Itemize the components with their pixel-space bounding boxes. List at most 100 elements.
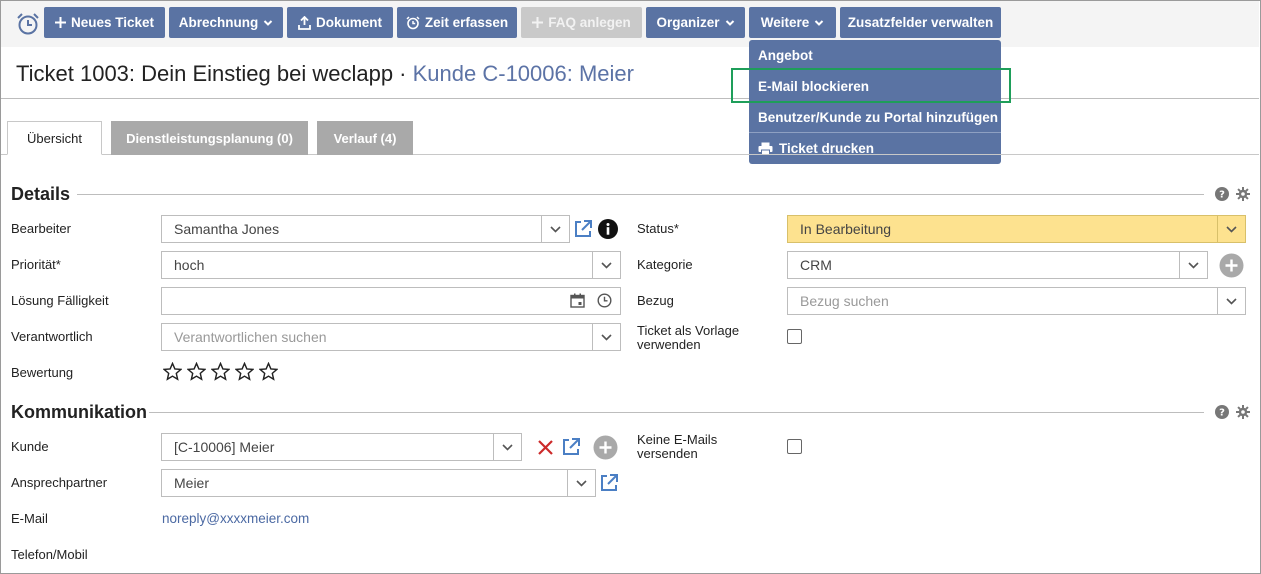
dropdown-toggle[interactable] — [493, 434, 521, 460]
tab-service-planning[interactable]: Dienstleistungsplanung (0) — [111, 121, 308, 155]
section-divider — [77, 194, 1204, 195]
bezug-select[interactable]: Bezug suchen — [787, 287, 1246, 315]
kategorie-select[interactable]: CRM — [787, 251, 1208, 279]
tab-label: Übersicht — [27, 130, 82, 146]
alarm-clock-icon[interactable] — [15, 11, 41, 37]
billing-button[interactable]: Abrechnung — [169, 7, 283, 38]
verantwortlich-label: Verantwortlich — [11, 329, 93, 344]
keine-emails-label-line2: versenden — [637, 446, 698, 461]
keine-emails-checkbox[interactable] — [787, 439, 802, 454]
time-entry-label: Zeit erfassen — [424, 15, 509, 30]
star-icon[interactable] — [163, 362, 182, 381]
kunde-select[interactable]: [C-10006] Meier — [161, 433, 522, 461]
chevron-down-icon — [576, 479, 587, 487]
chevron-down-icon — [1226, 297, 1237, 305]
dropdown-toggle[interactable] — [1217, 216, 1245, 242]
new-ticket-label: Neues Ticket — [70, 15, 155, 30]
tab-history[interactable]: Verlauf (4) — [317, 121, 413, 155]
help-icon[interactable]: ? — [1215, 187, 1229, 201]
menu-item-print-ticket[interactable]: Ticket drucken — [749, 133, 1001, 163]
bearbeiter-select[interactable]: Samantha Jones — [161, 215, 570, 243]
verantwortlich-select[interactable]: Verantwortlichen suchen — [161, 323, 621, 351]
menu-item-add-to-portal[interactable]: Benutzer/Kunde zu Portal hinzufügen — [749, 102, 1001, 132]
ansprechpartner-label: Ansprechpartner — [11, 475, 108, 490]
menu-item-label: Benutzer/Kunde zu Portal hinzufügen — [758, 109, 998, 125]
rating-stars — [163, 362, 278, 381]
kunde-value: [C-10006] Meier — [174, 439, 275, 455]
calendar-icon[interactable] — [570, 293, 585, 308]
prioritaet-label: Priorität* — [11, 257, 61, 272]
email-link[interactable]: noreply@xxxxmeier.com — [162, 511, 309, 526]
chevron-down-icon — [601, 333, 612, 341]
faelligkeit-date-field[interactable] — [161, 287, 621, 315]
bewertung-label: Bewertung — [11, 365, 74, 380]
help-icon[interactable]: ? — [1215, 405, 1229, 419]
customer-link[interactable]: Kunde C-10006: Meier — [413, 61, 634, 86]
menu-item-angebot[interactable]: Angebot — [749, 40, 1001, 70]
dropdown-toggle[interactable] — [567, 470, 595, 496]
open-external-icon[interactable] — [599, 473, 619, 493]
telefon-label: Telefon/Mobil — [11, 547, 88, 562]
kategorie-label: Kategorie — [637, 257, 693, 272]
gear-icon[interactable] — [1236, 187, 1250, 201]
dropdown-toggle[interactable] — [592, 324, 620, 350]
vorlage-label-line1: Ticket als Vorlage — [637, 323, 740, 338]
star-icon[interactable] — [235, 362, 254, 381]
menu-item-label: E-Mail blockieren — [758, 78, 870, 94]
page-title: Ticket 1003: Dein Einstieg bei weclapp ·… — [16, 61, 634, 87]
dropdown-toggle[interactable] — [541, 216, 569, 242]
add-circle-icon[interactable] — [1219, 253, 1244, 278]
ansprechpartner-value: Meier — [174, 475, 210, 491]
ansprechpartner-select[interactable]: Meier — [161, 469, 596, 497]
bezug-placeholder: Bezug suchen — [800, 293, 889, 309]
new-ticket-button[interactable]: Neues Ticket — [44, 7, 165, 38]
custom-fields-button[interactable]: Zusatzfelder verwalten — [840, 7, 1001, 38]
star-icon[interactable] — [211, 362, 230, 381]
billing-label: Abrechnung — [178, 15, 259, 30]
dropdown-toggle[interactable] — [1217, 288, 1245, 314]
more-button[interactable]: Weitere — [749, 7, 836, 38]
status-select[interactable]: In Bearbeitung — [787, 215, 1246, 243]
keine-emails-label-line1: Keine E-Mails — [637, 432, 718, 447]
prioritaet-value: hoch — [174, 257, 205, 273]
chevron-down-icon — [815, 19, 824, 26]
title-separator: · — [393, 61, 413, 86]
dropdown-toggle[interactable] — [1179, 252, 1207, 278]
prioritaet-select[interactable]: hoch — [161, 251, 621, 279]
info-icon[interactable] — [598, 219, 618, 239]
open-external-icon[interactable] — [573, 219, 593, 239]
document-button[interactable]: Dokument — [287, 7, 393, 38]
verantwortlich-placeholder: Verantwortlichen suchen — [174, 329, 327, 345]
bearbeiter-value: Samantha Jones — [174, 221, 280, 237]
star-icon[interactable] — [259, 362, 278, 381]
menu-item-label: Angebot — [758, 47, 813, 63]
tab-overview[interactable]: Übersicht — [7, 121, 102, 155]
alarm-clock-icon — [406, 15, 420, 29]
svg-text:?: ? — [1219, 190, 1225, 201]
clock-icon[interactable] — [597, 293, 612, 308]
chevron-down-icon — [1226, 225, 1237, 233]
menu-item-block-email[interactable]: E-Mail blockieren — [749, 71, 1001, 101]
status-value: In Bearbeitung — [800, 221, 892, 237]
more-dropdown-menu: Angebot E-Mail blockieren Benutzer/Kunde… — [749, 40, 1001, 164]
chevron-down-icon — [502, 443, 513, 451]
document-label: Dokument — [315, 15, 382, 30]
open-external-icon[interactable] — [561, 437, 581, 457]
kommunikation-heading: Kommunikation — [11, 402, 148, 422]
close-icon[interactable] — [537, 439, 554, 456]
email-label: E-Mail — [11, 511, 48, 526]
dropdown-toggle[interactable] — [592, 252, 620, 278]
faelligkeit-label: Lösung Fälligkeit — [11, 293, 109, 308]
star-icon[interactable] — [187, 362, 206, 381]
vorlage-label-line2: verwenden — [637, 337, 701, 352]
vorlage-checkbox[interactable] — [787, 329, 802, 344]
kunde-label: Kunde — [11, 439, 49, 454]
time-entry-button[interactable]: Zeit erfassen — [397, 7, 517, 38]
gear-icon[interactable] — [1236, 405, 1250, 419]
add-circle-icon[interactable] — [593, 435, 618, 460]
organizer-button[interactable]: Organizer — [646, 7, 745, 38]
tab-label: Verlauf (4) — [333, 130, 397, 146]
details-heading: Details — [11, 184, 71, 204]
printer-icon — [758, 142, 773, 155]
faq-create-button[interactable]: FAQ anlegen — [521, 7, 642, 38]
